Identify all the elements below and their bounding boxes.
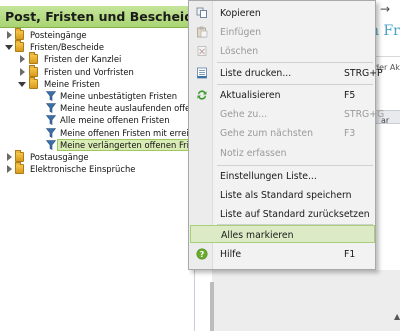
- panel-title: Post, Fristen und Bescheide: [5, 9, 202, 24]
- expand-arrow-icon[interactable]: [18, 55, 26, 64]
- menu-item-label: Gehe zum nächsten: [220, 128, 313, 139]
- tree-item-label: Fristen der Kanzlei: [44, 54, 122, 65]
- menu-item-shortcut: STRG+P: [344, 68, 383, 79]
- menu-separator: [217, 84, 373, 85]
- expand-arrow-icon[interactable]: [5, 165, 13, 174]
- menu-item-liste-auf-standard-zuruecksetzen[interactable]: Liste auf Standard zurücksetzen: [190, 205, 375, 223]
- right-arrow-icon[interactable]: →: [380, 2, 390, 16]
- folder-icon: [29, 76, 38, 89]
- menu-item-label: Liste als Standard speichern: [220, 190, 352, 201]
- menu-separator: [217, 62, 373, 63]
- tree-item-filter[interactable]: Meine heute auslaufenden offenen: [0, 102, 206, 114]
- tree-item-postausgaenge[interactable]: Postausgänge: [0, 149, 195, 163]
- chevron-up-icon[interactable]: ▲: [394, 312, 400, 321]
- paste-icon: [197, 26, 208, 38]
- tree-item-label: Alle meine offenen Fristen: [60, 115, 170, 126]
- menu-item-einfuegen[interactable]: Einfügen: [190, 23, 375, 41]
- menu-item-label: Liste auf Standard zurücksetzen: [220, 209, 370, 220]
- tree-item-elektronische-einsprueche[interactable]: Elektronische Einsprüche: [0, 162, 195, 175]
- menu-item-notiz-erfassen[interactable]: Notiz erfassen: [190, 144, 375, 162]
- menu-item-shortcut: F3: [344, 128, 356, 139]
- background-divider: [372, 56, 400, 57]
- expand-arrow-icon[interactable]: [18, 67, 26, 76]
- filter-funnel-icon: [46, 91, 56, 101]
- menu-item-liste-drucken[interactable]: Liste drucken... STRG+P: [190, 64, 383, 82]
- svg-text:?: ?: [200, 250, 205, 259]
- tree-item-filter-selected[interactable]: Meine verlängerten offenen Fristen: [0, 138, 211, 151]
- tree-item-label: Meine unbestätigten Fristen: [60, 90, 178, 101]
- folder-icon: [29, 64, 38, 77]
- tree-item-filter[interactable]: Meine offenen Fristen mit erreichter: [0, 127, 210, 139]
- tree-item-meine-fristen[interactable]: Meine Fristen: [0, 76, 195, 90]
- folder-icon: [15, 149, 24, 162]
- delete-icon: [197, 46, 207, 56]
- help-icon: ?: [196, 248, 208, 260]
- menu-item-label: Aktualisieren: [220, 90, 281, 101]
- folder-icon: [15, 40, 24, 53]
- menu-separator: [217, 165, 373, 166]
- menu-item-label: Alles markieren: [221, 230, 294, 241]
- tree-panel: Post, Fristen und Bescheide Posteingänge…: [0, 0, 211, 331]
- collapse-arrow-icon[interactable]: [18, 80, 26, 88]
- scrollbar-thumb[interactable]: [210, 282, 214, 331]
- menu-item-label: Hilfe: [220, 249, 242, 260]
- menu-item-shortcut: F1: [344, 249, 356, 260]
- background-bottom-panel: [212, 270, 400, 331]
- tree-item-label: Postausgänge: [30, 151, 89, 162]
- filter-funnel-icon: [46, 127, 56, 138]
- tree-item-label: Fristen/Bescheide: [30, 42, 105, 53]
- expand-arrow-icon[interactable]: [5, 152, 13, 161]
- menu-item-hilfe[interactable]: ? Hilfe F1: [190, 245, 375, 263]
- refresh-icon: [197, 90, 207, 100]
- menu-item-liste-als-standard-speichern[interactable]: Liste als Standard speichern: [190, 186, 375, 204]
- menu-item-label: Kopieren: [220, 8, 261, 19]
- tree-item-label: Meine heute auslaufenden offenen: [60, 103, 206, 114]
- tree-item-posteingaenge[interactable]: Posteingänge: [0, 28, 195, 41]
- filter-funnel-icon: [46, 103, 56, 114]
- context-menu: Kopieren Einfügen Löschen Liste drucken.…: [188, 0, 384, 270]
- menu-item-gehe-zu[interactable]: Gehe zu... STRG+G: [190, 105, 384, 123]
- copy-icon: [196, 7, 207, 18]
- folder-tree: Posteingänge Fristen/Bescheide Fristen d…: [0, 28, 211, 175]
- menu-item-alles-markieren[interactable]: Alles markieren: [190, 225, 375, 243]
- tree-item-label: Elektronische Einsprüche: [30, 164, 136, 175]
- menu-item-label: Liste drucken...: [220, 68, 292, 79]
- menu-item-label: Notiz erfassen: [220, 148, 287, 159]
- folder-icon: [15, 28, 24, 40]
- filter-funnel-icon: [46, 115, 56, 126]
- menu-item-label: Einstellungen Liste...: [220, 171, 317, 182]
- menu-item-label: Einfügen: [220, 27, 262, 38]
- menu-item-label: Löschen: [220, 46, 259, 57]
- tree-item-label: Fristen und Vorfristen: [44, 66, 134, 77]
- menu-item-gehe-zum-naechsten[interactable]: Gehe zum nächsten F3: [190, 124, 375, 142]
- tree-item-filter[interactable]: Meine unbestätigten Fristen: [0, 90, 195, 102]
- menu-item-shortcut: STRG+G: [344, 109, 385, 120]
- tree-item-filter[interactable]: Alle meine offenen Fristen: [0, 114, 195, 126]
- panel-header: Post, Fristen und Bescheide: [0, 6, 202, 28]
- menu-item-aktualisieren[interactable]: Aktualisieren F5: [190, 86, 375, 104]
- filter-funnel-icon: [46, 139, 56, 150]
- tree-item-label: Meine Fristen: [44, 78, 100, 89]
- print-list-icon: [197, 67, 207, 79]
- collapse-arrow-icon[interactable]: [5, 43, 13, 51]
- menu-item-shortcut: F5: [344, 90, 356, 101]
- tree-item-label: Posteingänge: [30, 30, 87, 40]
- menu-item-einstellungen-liste[interactable]: Einstellungen Liste...: [190, 167, 375, 185]
- folder-icon: [29, 52, 38, 65]
- expand-arrow-icon[interactable]: [5, 31, 13, 39]
- menu-item-label: Gehe zu...: [220, 109, 268, 120]
- folder-icon: [15, 162, 24, 175]
- menu-item-loeschen[interactable]: Löschen: [190, 42, 375, 60]
- menu-item-kopieren[interactable]: Kopieren: [190, 4, 375, 22]
